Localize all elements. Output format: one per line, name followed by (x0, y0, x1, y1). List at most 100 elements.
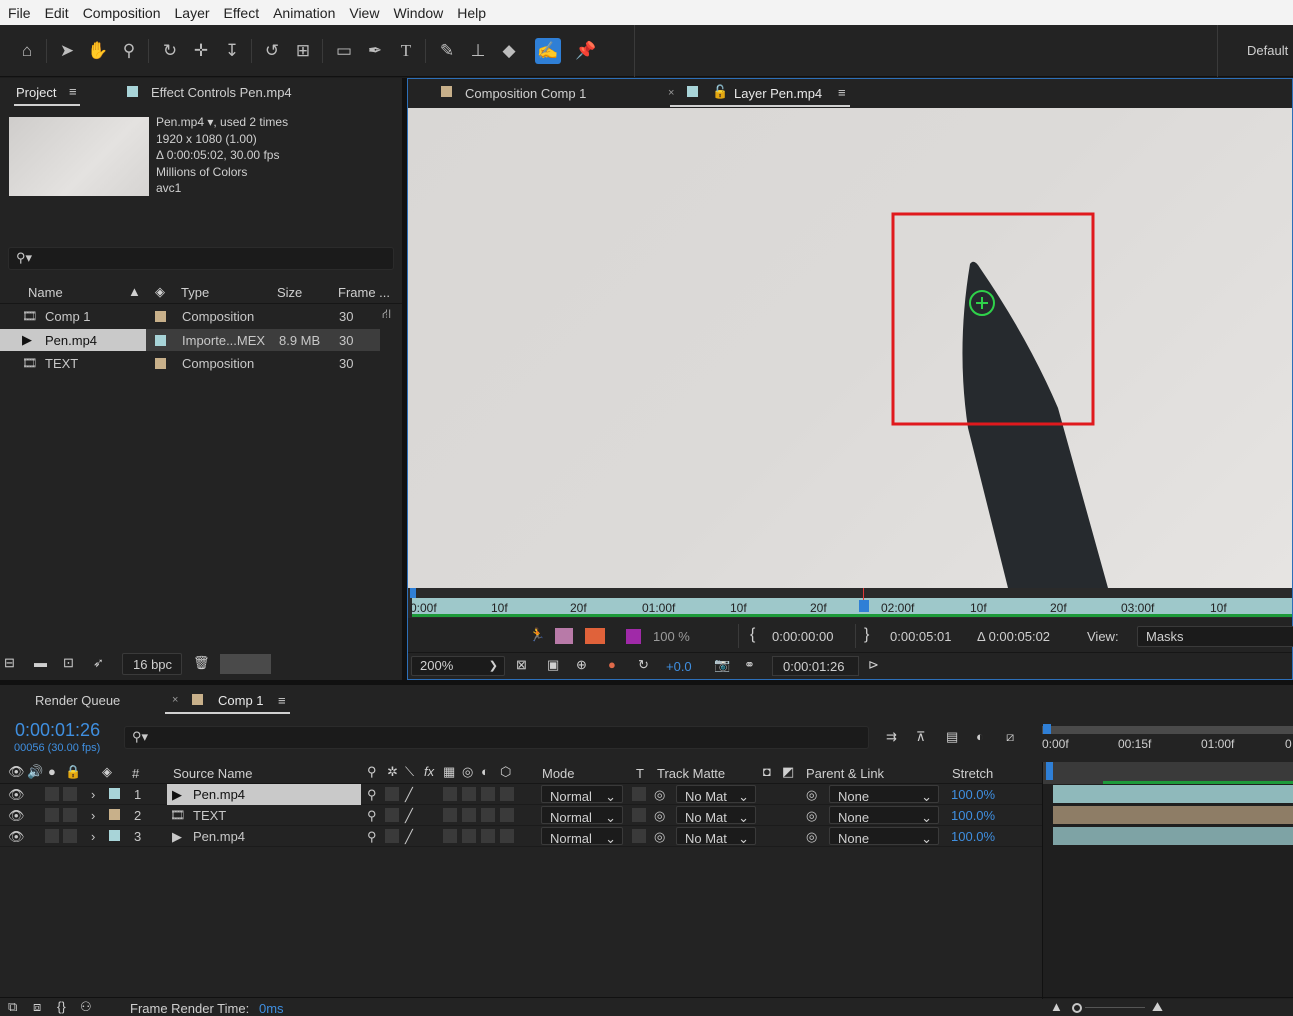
roto-brush-icon[interactable]: ✍ (535, 38, 561, 64)
motion-blur-switch[interactable] (462, 829, 476, 843)
orbit-camera-icon[interactable]: ↻ (157, 38, 183, 64)
layer-switches-icon[interactable]: ⧉ (8, 999, 17, 1015)
thumbnail-transparency-toggle[interactable] (220, 654, 271, 674)
column-frame[interactable]: Frame ... (338, 285, 390, 300)
out-point-time[interactable]: 0:00:05:01 (890, 629, 951, 644)
quality-switch-icon[interactable]: ╱ (405, 829, 413, 845)
lock-toggle[interactable] (63, 787, 77, 801)
work-area-bar[interactable] (412, 598, 1292, 615)
3d-switch[interactable] (500, 829, 514, 843)
set-out-point-icon[interactable]: } (864, 626, 869, 644)
lock-icon[interactable]: 🔒 (65, 764, 81, 780)
layer-bar[interactable] (1053, 785, 1293, 803)
menu-edit[interactable]: Edit (45, 5, 69, 21)
label-color-swatch[interactable] (109, 809, 120, 820)
sort-ascending-icon[interactable]: ▲ (128, 284, 141, 299)
menu-layer[interactable]: Layer (175, 5, 210, 21)
type-icon[interactable]: T (393, 38, 419, 64)
adjustment-switch[interactable] (481, 787, 495, 801)
interpret-footage-icon[interactable]: ⊟ (4, 655, 15, 671)
collapse-icon[interactable]: ✲ (387, 764, 398, 780)
always-preview-icon[interactable]: ⊳ (868, 657, 879, 673)
tab-effect-controls[interactable]: Effect Controls Pen.mp4 (151, 85, 292, 100)
visibility-eye-icon[interactable]: 👁 (8, 829, 25, 845)
menu-composition[interactable]: Composition (83, 5, 161, 21)
work-area-start[interactable] (1043, 724, 1051, 734)
layer-bar[interactable] (1053, 827, 1293, 845)
reset-exposure-icon[interactable]: ↻ (638, 657, 649, 673)
menu-window[interactable]: Window (393, 5, 443, 21)
work-area-bar[interactable] (1042, 726, 1293, 734)
adjustment-switch[interactable] (481, 829, 495, 843)
onion-skin-icon[interactable] (555, 628, 573, 644)
panel-menu-icon[interactable]: ≡ (69, 84, 77, 99)
close-icon[interactable]: × (172, 694, 178, 706)
in-out-duration-icon[interactable]: {} (57, 999, 66, 1014)
column-name[interactable]: Name (28, 285, 63, 300)
preserve-transparency-toggle[interactable] (632, 829, 646, 843)
draft-3d-icon[interactable]: ⊼ (916, 729, 926, 745)
column-mode[interactable]: Mode (542, 766, 575, 781)
view-dropdown[interactable]: Masks (1137, 626, 1293, 647)
parent-pickwhip-icon[interactable]: ◎ (806, 787, 817, 803)
label-tag-icon[interactable]: ◈ (102, 764, 112, 780)
flowchart-icon[interactable]: ⛙ (382, 306, 391, 324)
layer-time-ruler[interactable]: 0:00f 10f 20f 01:00f 10f 20f 02:00f 10f … (408, 588, 1292, 618)
motion-path-icon[interactable]: 🏃 (529, 627, 545, 643)
parent-dropdown[interactable]: None ⌄ (829, 785, 939, 804)
stretch-value[interactable]: 100.0% (951, 829, 995, 844)
clone-stamp-icon[interactable]: ⊥ (465, 38, 491, 64)
menu-animation[interactable]: Animation (273, 5, 335, 21)
solo-toggle[interactable] (45, 829, 59, 843)
shy-layers-icon[interactable]: ▤ (946, 729, 958, 745)
quality-switch-icon[interactable]: ╱ (405, 808, 413, 824)
tab-layer[interactable]: Layer Pen.mp4 (734, 86, 822, 101)
layer-source-name[interactable]: Pen.mp4 (193, 829, 245, 844)
solo-toggle[interactable] (45, 808, 59, 822)
menu-view[interactable]: View (349, 5, 379, 21)
set-in-point-icon[interactable]: { (750, 626, 755, 644)
channels-icon[interactable]: ● (608, 657, 616, 672)
dolly-camera-icon[interactable]: ↧ (219, 38, 245, 64)
motion-blur-icon[interactable]: ◎ (462, 764, 473, 780)
column-size[interactable]: Size (277, 285, 302, 300)
adjustment-switch[interactable] (481, 808, 495, 822)
tab-comp[interactable]: Comp 1 (218, 693, 264, 708)
solo-toggle-icon[interactable]: ● (48, 764, 56, 779)
effects-icon[interactable]: fx (424, 764, 434, 779)
adobe-media-encoder-icon[interactable]: ➶ (93, 655, 104, 671)
opacity-value[interactable]: 100 % (653, 629, 690, 644)
project-item[interactable]: ▶ Pen.mp4 Importe...MEX 8.9 MB 30 (0, 329, 380, 351)
parent-pickwhip-icon[interactable]: ◎ (806, 829, 817, 845)
hand-icon[interactable]: ✋ (85, 38, 111, 64)
menu-effect[interactable]: Effect (224, 5, 260, 21)
3d-switch[interactable] (500, 808, 514, 822)
menu-help[interactable]: Help (457, 5, 486, 21)
tab-render-queue[interactable]: Render Queue (35, 693, 120, 708)
bpc-button[interactable]: 16 bpc (122, 653, 182, 675)
timeline-search-input[interactable]: ⚲▾ (124, 726, 869, 749)
matte-invert-icon[interactable]: ◩ (782, 764, 794, 780)
pen-icon[interactable]: ✒ (362, 38, 388, 64)
layer-row[interactable]: 👁 › 3 ▶ Pen.mp4 ⚲ ╱ Normal ⌄ ◎ No Mat ⌄ ◎ … (0, 826, 1042, 847)
layer-viewer-canvas[interactable] (408, 108, 1292, 588)
pickwhip-icon[interactable]: ◎ (654, 787, 665, 803)
timeline-track-area[interactable] (1042, 762, 1293, 999)
chevron-down-icon[interactable]: ▾ (204, 115, 213, 129)
pan-camera-icon[interactable]: ✛ (188, 38, 214, 64)
preserve-transparency-toggle[interactable] (632, 787, 646, 801)
quality-switch-icon[interactable]: ╱ (405, 787, 413, 803)
3d-layer-icon[interactable]: ⬡ (500, 764, 511, 780)
visibility-eye-icon[interactable]: 👁 (8, 808, 25, 824)
shy-switch-icon[interactable]: ⚲ (367, 787, 377, 803)
shy-switch-icon[interactable]: ⚲ (367, 808, 377, 824)
render-time-icon[interactable]: ⚇ (80, 999, 92, 1015)
pickwhip-icon[interactable]: ◎ (654, 808, 665, 824)
parent-dropdown[interactable]: None ⌄ (829, 806, 939, 825)
quality-icon[interactable]: ⟍ (405, 764, 414, 780)
track-matte-dropdown[interactable]: No Mat ⌄ (676, 827, 756, 846)
zoom-out-icon[interactable]: ▲ (1050, 999, 1063, 1014)
label-tag-icon[interactable]: ◈ (155, 284, 165, 300)
show-snapshot-icon[interactable]: ⚭ (744, 657, 755, 673)
eraser-icon[interactable]: ◆ (496, 38, 522, 64)
